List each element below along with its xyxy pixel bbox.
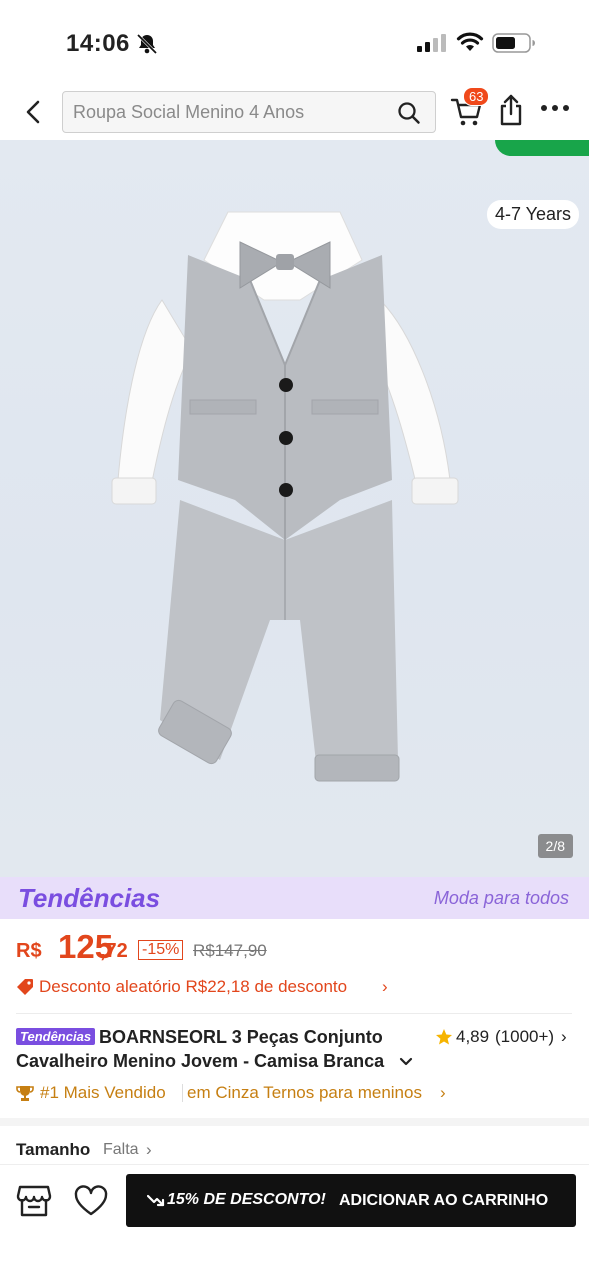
brazil-flag-corner (495, 140, 589, 156)
chevron-right-icon: › (146, 1140, 152, 1159)
divider (182, 1084, 183, 1102)
price-currency: R$ (16, 940, 42, 962)
product-title-line1: Tendências BOARNSEORL 3 Peças Conjunto (16, 1027, 416, 1048)
trend-banner[interactable]: Tendências Moda para todos (0, 877, 589, 919)
size-label: Tamanho (16, 1140, 91, 1159)
product-title-line2: Cavalheiro Menino Jovem - Camisa Branca (16, 1051, 385, 1071)
rating-value: 4,89 (456, 1027, 490, 1046)
battery-icon (492, 33, 535, 53)
product-title-text1: BOARNSEORL 3 Peças Conjunto (99, 1027, 383, 1047)
age-range-tag: 4-7 Years (486, 200, 579, 229)
trend-slogan: Moda para todos (433, 888, 569, 908)
trend-down-arrow-icon (147, 1194, 165, 1207)
chevron-right-icon: › (561, 1027, 567, 1046)
product-title[interactable]: Tendências BOARNSEORL 3 Peças Conjunto Ca… (16, 1027, 416, 1072)
search-icon[interactable] (397, 101, 421, 125)
bottom-action-bar: 15% DE DESCONTO! ADICIONAR AO CARRINHO (0, 1164, 589, 1280)
chevron-right-icon: › (382, 977, 388, 996)
discount-badge: -15% (138, 940, 184, 960)
random-discount-text: Desconto aleatório R$22,18 de desconto (39, 977, 348, 996)
cart-count-badge: 63 (463, 87, 490, 106)
back-arrow-icon[interactable] (20, 96, 48, 128)
size-status: Falta (103, 1141, 139, 1158)
status-bar: 14:06 (0, 0, 589, 80)
promo-text: 15% DE DESCONTO! (167, 1191, 326, 1208)
price-decimal: ,72 (100, 940, 128, 962)
star-icon (436, 1029, 452, 1045)
image-counter: 2/8 (537, 834, 573, 858)
wifi-icon (456, 32, 484, 51)
bestseller-rank: #1 Mais Vendido (40, 1083, 166, 1102)
price-tag-icon (17, 979, 33, 995)
bestseller-category: em Cinza Ternos para meninos (187, 1083, 422, 1102)
product-image-gallery[interactable]: 4-7 Years 2/8 (0, 140, 589, 877)
search-input[interactable]: Roupa Social Menino 4 Anos (62, 91, 436, 133)
trophy-icon (16, 1086, 34, 1101)
chevron-down-icon[interactable] (396, 1052, 416, 1072)
share-icon[interactable] (498, 94, 524, 126)
bell-muted-icon (136, 33, 158, 55)
section-separator (0, 1118, 589, 1126)
trend-logo: Tendências (18, 883, 161, 913)
original-price: R$147,90 (193, 941, 267, 960)
search-placeholder: Roupa Social Menino 4 Anos (73, 102, 305, 122)
top-nav-bar: Roupa Social Menino 4 Anos 63 (0, 84, 589, 140)
divider (16, 1013, 572, 1014)
status-time: 14:06 (66, 30, 130, 57)
add-to-cart-button[interactable]: 15% DE DESCONTO! ADICIONAR AO CARRINHO (126, 1174, 576, 1227)
heart-icon[interactable] (73, 1183, 109, 1219)
signal-icon (417, 34, 446, 52)
boy-suit-photo (111, 211, 459, 782)
trend-tag: Tendências (16, 1028, 96, 1045)
store-icon[interactable] (16, 1183, 52, 1219)
chevron-right-icon: › (440, 1083, 446, 1102)
rating-count: (1000+) (495, 1027, 555, 1046)
add-to-cart-label: ADICIONAR AO CARRINHO (339, 1192, 549, 1209)
more-options-icon[interactable] (540, 104, 570, 112)
